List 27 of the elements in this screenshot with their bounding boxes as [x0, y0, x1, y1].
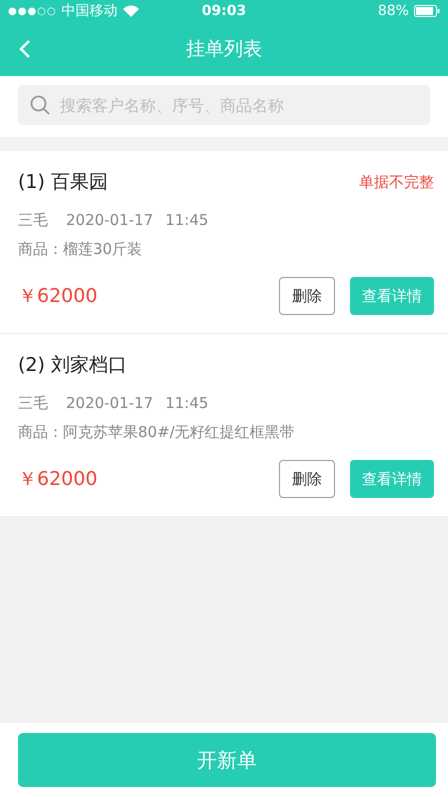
order-goods: 商品：榴莲30斤装 [18, 240, 144, 259]
battery-icon [414, 5, 440, 17]
carrier-name: 中国移动 [62, 2, 118, 20]
search-icon [30, 95, 50, 115]
new-order-button[interactable]: 开新单 [18, 733, 436, 787]
delete-button[interactable]: 删除 [279, 277, 335, 315]
order-title: (2) 刘家档口 [18, 353, 127, 378]
order-time: 11:45 [165, 211, 208, 230]
order-person: 三毛 [18, 394, 48, 413]
wifi-icon [122, 5, 139, 17]
order-person: 三毛 [18, 211, 48, 230]
details-button[interactable]: 查看详情 [350, 460, 434, 498]
clock-time: 09:03 [202, 3, 246, 19]
order-amount: ￥62000 [18, 467, 98, 492]
delete-button[interactable]: 删除 [279, 460, 335, 498]
order-warning: 单据不完整 [359, 172, 434, 192]
order-date: 2020-01-17 [66, 211, 154, 230]
order-title: (1) 百果园 [18, 170, 108, 195]
page-title: 挂单列表 [185, 37, 263, 62]
order-goods: 商品：阿克苏苹果80#/无籽红提红框黑带 [18, 423, 296, 442]
order-time: 11:45 [165, 394, 208, 413]
signal-dots: ●●●○○ [8, 6, 57, 16]
order-date: 2020-01-17 [66, 394, 154, 413]
back-icon [19, 39, 31, 59]
order-amount: ￥62000 [18, 284, 98, 309]
details-button[interactable]: 查看详情 [350, 277, 434, 315]
battery-percent: 88% [378, 3, 409, 19]
